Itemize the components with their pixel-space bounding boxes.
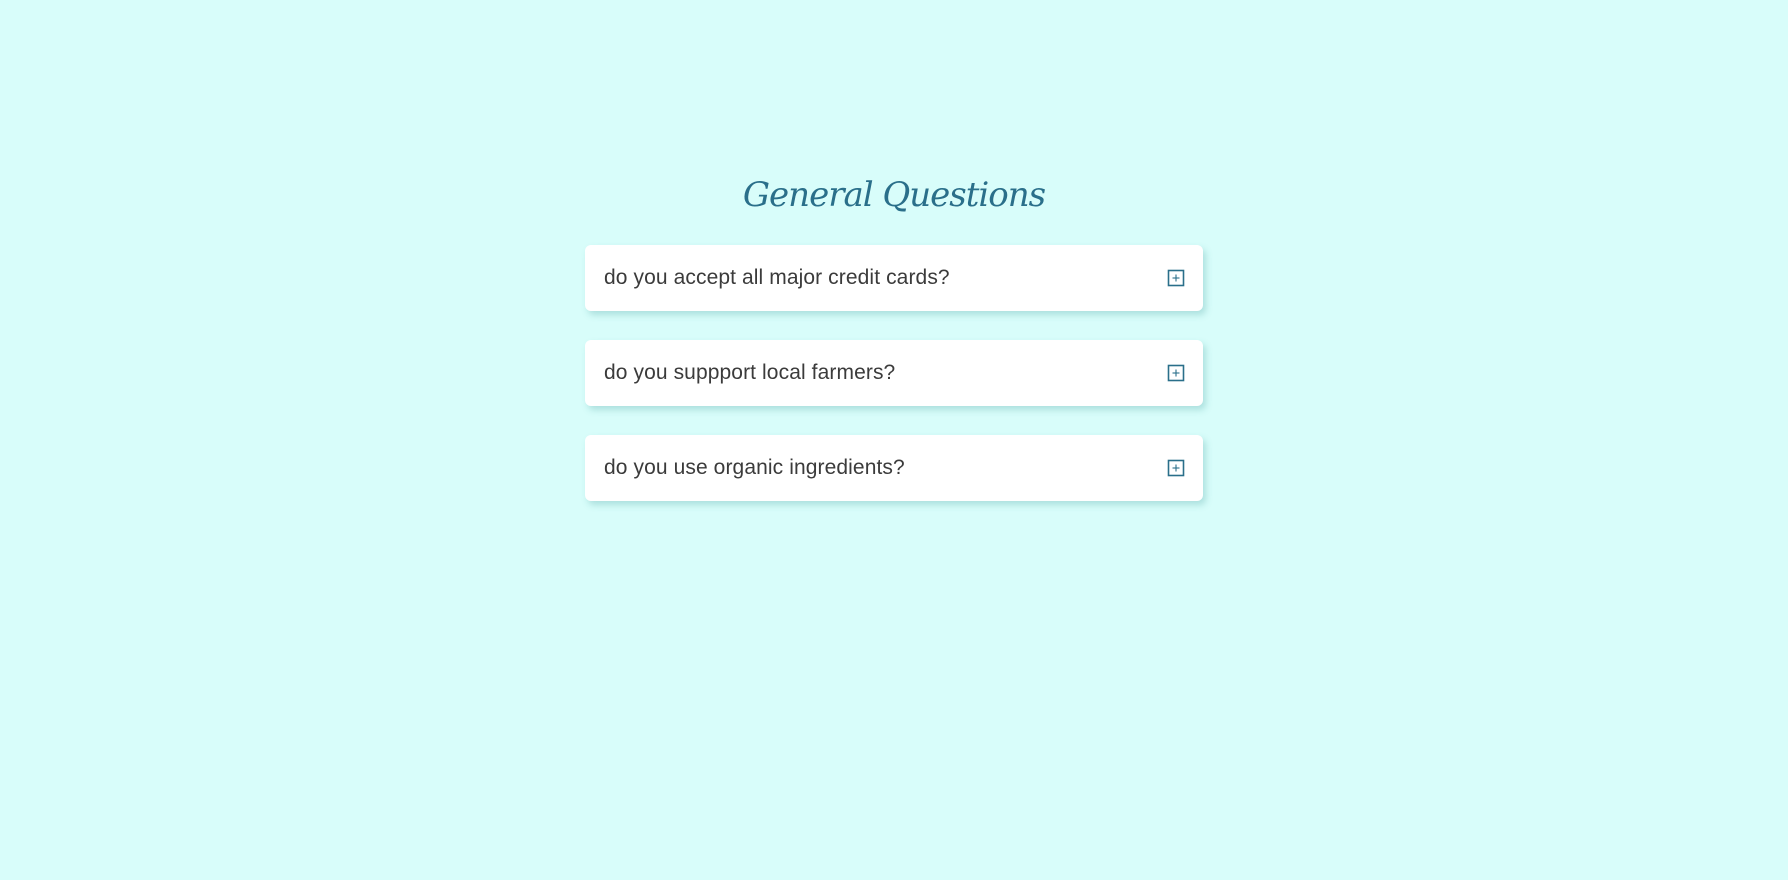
faq-item-organic-ingredients[interactable]: do you use organic ingredients?: [585, 435, 1203, 501]
faq-title: General Questions: [742, 175, 1046, 215]
faq-list: do you accept all major credit cards? do…: [585, 245, 1203, 530]
faq-section: General Questions do you accept all majo…: [585, 170, 1203, 501]
plus-square-icon[interactable]: [1167, 269, 1185, 287]
faq-question: do you use organic ingredients?: [604, 456, 905, 479]
faq-question: do you suppport local farmers?: [604, 361, 896, 384]
faq-item-credit-cards[interactable]: do you accept all major credit cards?: [585, 245, 1203, 311]
faq-question: do you accept all major credit cards?: [604, 266, 950, 289]
plus-square-icon[interactable]: [1167, 459, 1185, 477]
faq-item-local-farmers[interactable]: do you suppport local farmers?: [585, 340, 1203, 406]
plus-square-icon[interactable]: [1167, 364, 1185, 382]
